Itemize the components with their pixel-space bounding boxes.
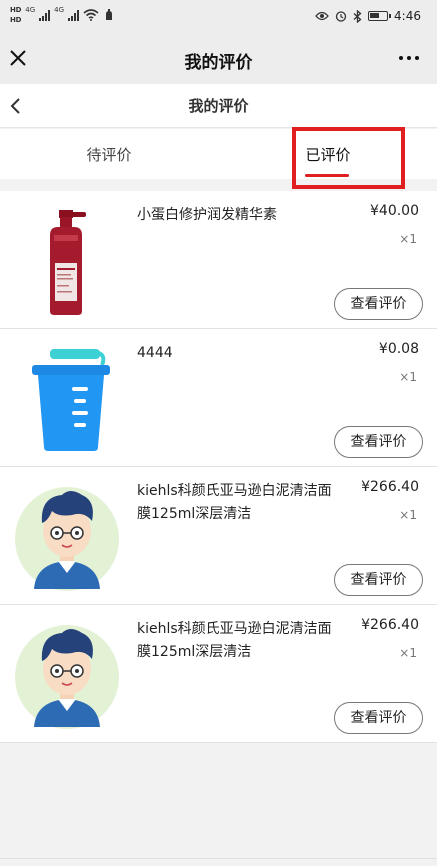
eye-icon (315, 11, 329, 21)
product-name: 4444 (137, 345, 173, 361)
more-icon[interactable] (399, 56, 419, 60)
avatar-image (15, 487, 119, 591)
view-review-button[interactable]: 查看评价 (334, 564, 423, 596)
product-quantity: ×1 (399, 370, 417, 384)
product-quantity: ×1 (399, 646, 417, 660)
view-review-button[interactable]: 查看评价 (334, 288, 423, 320)
battery-level (370, 13, 380, 18)
product-price: ¥266.40 (361, 479, 419, 495)
product-name: kiehls科颜氏亚马逊白泥清洁面膜125ml深层清洁 (137, 621, 332, 660)
hd-badge: HD (10, 6, 22, 14)
bluetooth-icon (353, 9, 362, 23)
product-quantity: ×1 (399, 232, 417, 246)
active-tab-indicator (305, 174, 349, 177)
hd-badge: HD (10, 16, 22, 24)
tab-pending-review[interactable]: 待评价 (0, 129, 218, 179)
product-price: ¥40.00 (370, 203, 419, 219)
list-item[interactable]: 小蛋白修护润发精华素 ¥40.00 ×1 查看评价 (0, 191, 437, 329)
wechat-title: 我的评价 (184, 53, 253, 73)
wechat-title-bar: 我的评价 (0, 34, 437, 84)
network-label: 4G (25, 6, 36, 14)
signal-icon (39, 9, 51, 21)
avatar-image (15, 625, 119, 729)
product-image-blue-cup (32, 349, 110, 451)
page-header: 我的评价 (0, 84, 437, 128)
product-price: ¥0.08 (378, 341, 419, 357)
hd-badges: HD HD (10, 6, 21, 24)
status-right: 4:46 (315, 9, 421, 23)
status-bar: HD HD 4G 4G 4:46 (0, 0, 437, 34)
product-name: kiehls科颜氏亚马逊白泥清洁面膜125ml深层清洁 (137, 483, 332, 522)
reviewed-items-list: 小蛋白修护润发精华素 ¥40.00 ×1 查看评价 4444 ¥0.08 ×1 … (0, 191, 437, 743)
review-tabs: 待评价 已评价 (0, 129, 437, 179)
list-item[interactable]: kiehls科颜氏亚马逊白泥清洁面膜125ml深层清洁 ¥266.40 ×1 查… (0, 605, 437, 743)
network-label: 4G (54, 6, 65, 14)
product-image-red-bottle (50, 210, 86, 315)
product-name: 小蛋白修护润发精华素 (137, 207, 277, 223)
alarm-icon (335, 11, 347, 22)
list-item[interactable]: kiehls科颜氏亚马逊白泥清洁面膜125ml深层清洁 ¥266.40 ×1 查… (0, 467, 437, 605)
notification-icon (106, 9, 113, 20)
bottom-divider (0, 858, 437, 859)
status-time: 4:46 (394, 9, 421, 23)
view-review-button[interactable]: 查看评价 (334, 426, 423, 458)
signal-icon (68, 9, 80, 21)
view-review-button[interactable]: 查看评价 (334, 702, 423, 734)
product-price: ¥266.40 (361, 617, 419, 633)
list-item[interactable]: 4444 ¥0.08 ×1 查看评价 (0, 329, 437, 467)
page-title: 我的评价 (188, 97, 249, 115)
product-quantity: ×1 (399, 508, 417, 522)
tab-reviewed[interactable]: 已评价 (219, 129, 437, 179)
wifi-icon (83, 9, 99, 21)
status-left: HD HD 4G 4G (10, 6, 115, 24)
battery-icon (368, 11, 392, 21)
